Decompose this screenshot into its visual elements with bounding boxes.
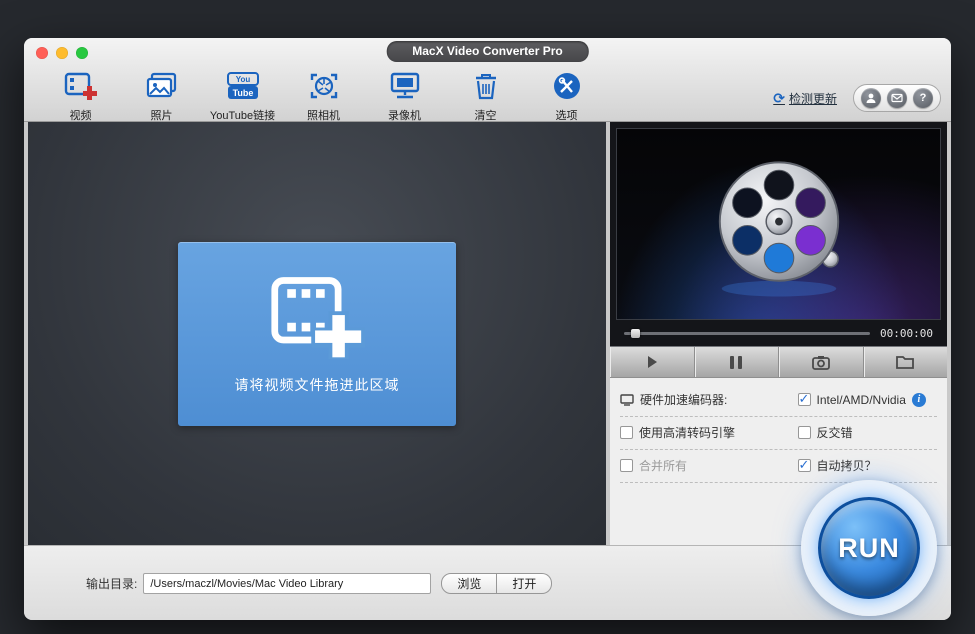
hd-engine-checkbox[interactable]	[620, 426, 633, 439]
hardware-encoder-label: 硬件加速编码器:	[640, 391, 727, 408]
hd-engine-label: 使用高清转码引擎	[639, 424, 735, 441]
youtube-icon: You Tube	[225, 68, 261, 104]
mail-button[interactable]	[887, 88, 907, 108]
seek-handle[interactable]	[631, 329, 640, 338]
seek-row: 00:00:00	[616, 320, 941, 346]
camera-icon	[812, 355, 830, 370]
camera-aperture-icon	[307, 68, 341, 104]
toolbar-label: 视频	[70, 107, 92, 123]
help-button[interactable]: ?	[913, 88, 933, 108]
video-preview	[616, 128, 941, 320]
deinterlace-checkbox[interactable]	[798, 426, 811, 439]
pause-button[interactable]	[695, 347, 780, 377]
time-display: 00:00:00	[880, 327, 933, 340]
trash-icon	[469, 68, 503, 104]
toolbar-item-clear[interactable]: 清空	[445, 68, 526, 123]
preview-wrap: 00:00:00	[610, 122, 947, 346]
right-panel: 00:00:00	[610, 122, 947, 545]
toolbar-label: 照片	[151, 107, 173, 123]
playback-controls	[610, 346, 947, 378]
toolbar-item-options[interactable]: 选项	[526, 68, 607, 123]
toolbar-label: 录像机	[388, 107, 421, 123]
drop-target[interactable]: 请将视频文件拖进此区域	[178, 242, 456, 426]
options-tools-icon	[550, 68, 584, 104]
output-directory-input[interactable]	[143, 573, 431, 594]
settings-row-1: 硬件加速编码器: Intel/AMD/Nvidia i	[620, 384, 937, 417]
toolbar-item-recorder[interactable]: 录像机	[364, 68, 445, 123]
mail-icon	[891, 92, 903, 104]
traffic-lights	[36, 47, 88, 59]
hardware-encoder-icon	[620, 394, 634, 406]
merge-all-label: 合并所有	[639, 457, 687, 474]
play-icon	[645, 355, 659, 369]
output-directory-label: 输出目录:	[86, 575, 137, 592]
photo-icon	[145, 68, 179, 104]
svg-text:Tube: Tube	[232, 88, 253, 98]
window-title: MacX Video Converter Pro	[386, 41, 589, 62]
drop-hint-text: 请将视频文件拖进此区域	[235, 375, 400, 395]
deinterlace-label: 反交错	[817, 424, 853, 441]
toolbar-item-camera[interactable]: 照相机	[283, 68, 364, 123]
check-update-label: 检测更新	[789, 90, 837, 107]
output-buttons: 浏览 打开	[441, 573, 552, 594]
merge-all-checkbox[interactable]	[620, 459, 633, 472]
close-window-button[interactable]	[36, 47, 48, 59]
update-icon: ⟳	[773, 90, 785, 107]
open-folder-button[interactable]	[864, 347, 948, 377]
toolbar-item-photo[interactable]: 照片	[121, 68, 202, 123]
toolbar-item-video[interactable]: 视频	[40, 68, 121, 123]
settings-row-3: 合并所有 自动拷贝？	[620, 450, 937, 483]
account-pill: ?	[853, 84, 941, 112]
screen-recorder-icon	[388, 68, 422, 104]
minimize-window-button[interactable]	[56, 47, 68, 59]
person-icon	[865, 92, 877, 104]
check-update-link[interactable]: ⟳ 检测更新	[773, 90, 837, 107]
header-right: ⟳ 检测更新 ?	[773, 84, 941, 112]
settings-row-2: 使用高清转码引擎 反交错	[620, 417, 937, 450]
film-plus-icon	[269, 273, 365, 361]
play-button[interactable]	[610, 347, 695, 377]
film-reel-graphic	[700, 154, 858, 302]
run-button[interactable]: RUN	[818, 497, 920, 599]
toolbar-label: 照相机	[307, 107, 340, 123]
folder-icon	[896, 355, 914, 369]
svg-text:You: You	[235, 75, 250, 84]
toolbar-label: 选项	[556, 107, 578, 123]
info-icon[interactable]: i	[912, 393, 926, 407]
main-content: 请将视频文件拖进此区域	[24, 122, 951, 545]
toolbar: 视频 照片 You	[40, 68, 607, 123]
run-button-glow: RUN	[801, 480, 937, 616]
intel-amd-nvidia-label: Intel/AMD/Nvidia	[817, 393, 906, 407]
pause-icon	[730, 356, 742, 369]
auto-copy-checkbox[interactable]	[798, 459, 811, 472]
app-window: MacX Video Converter Pro 视频	[24, 38, 951, 620]
snapshot-button[interactable]	[779, 347, 864, 377]
zoom-window-button[interactable]	[76, 47, 88, 59]
open-button[interactable]: 打开	[497, 573, 552, 594]
browse-button[interactable]: 浏览	[441, 573, 497, 594]
video-add-icon	[64, 68, 98, 104]
toolbar-label: YouTube链接	[210, 107, 275, 123]
auto-copy-label: 自动拷贝？	[817, 457, 877, 474]
video-dropzone[interactable]: 请将视频文件拖进此区域	[28, 122, 606, 545]
toolbar-item-youtube[interactable]: You Tube YouTube链接	[202, 68, 283, 123]
seek-bar[interactable]	[624, 332, 870, 335]
intel-amd-nvidia-checkbox[interactable]	[798, 393, 811, 406]
account-button[interactable]	[861, 88, 881, 108]
header: MacX Video Converter Pro 视频	[24, 38, 951, 122]
toolbar-label: 清空	[475, 107, 497, 123]
